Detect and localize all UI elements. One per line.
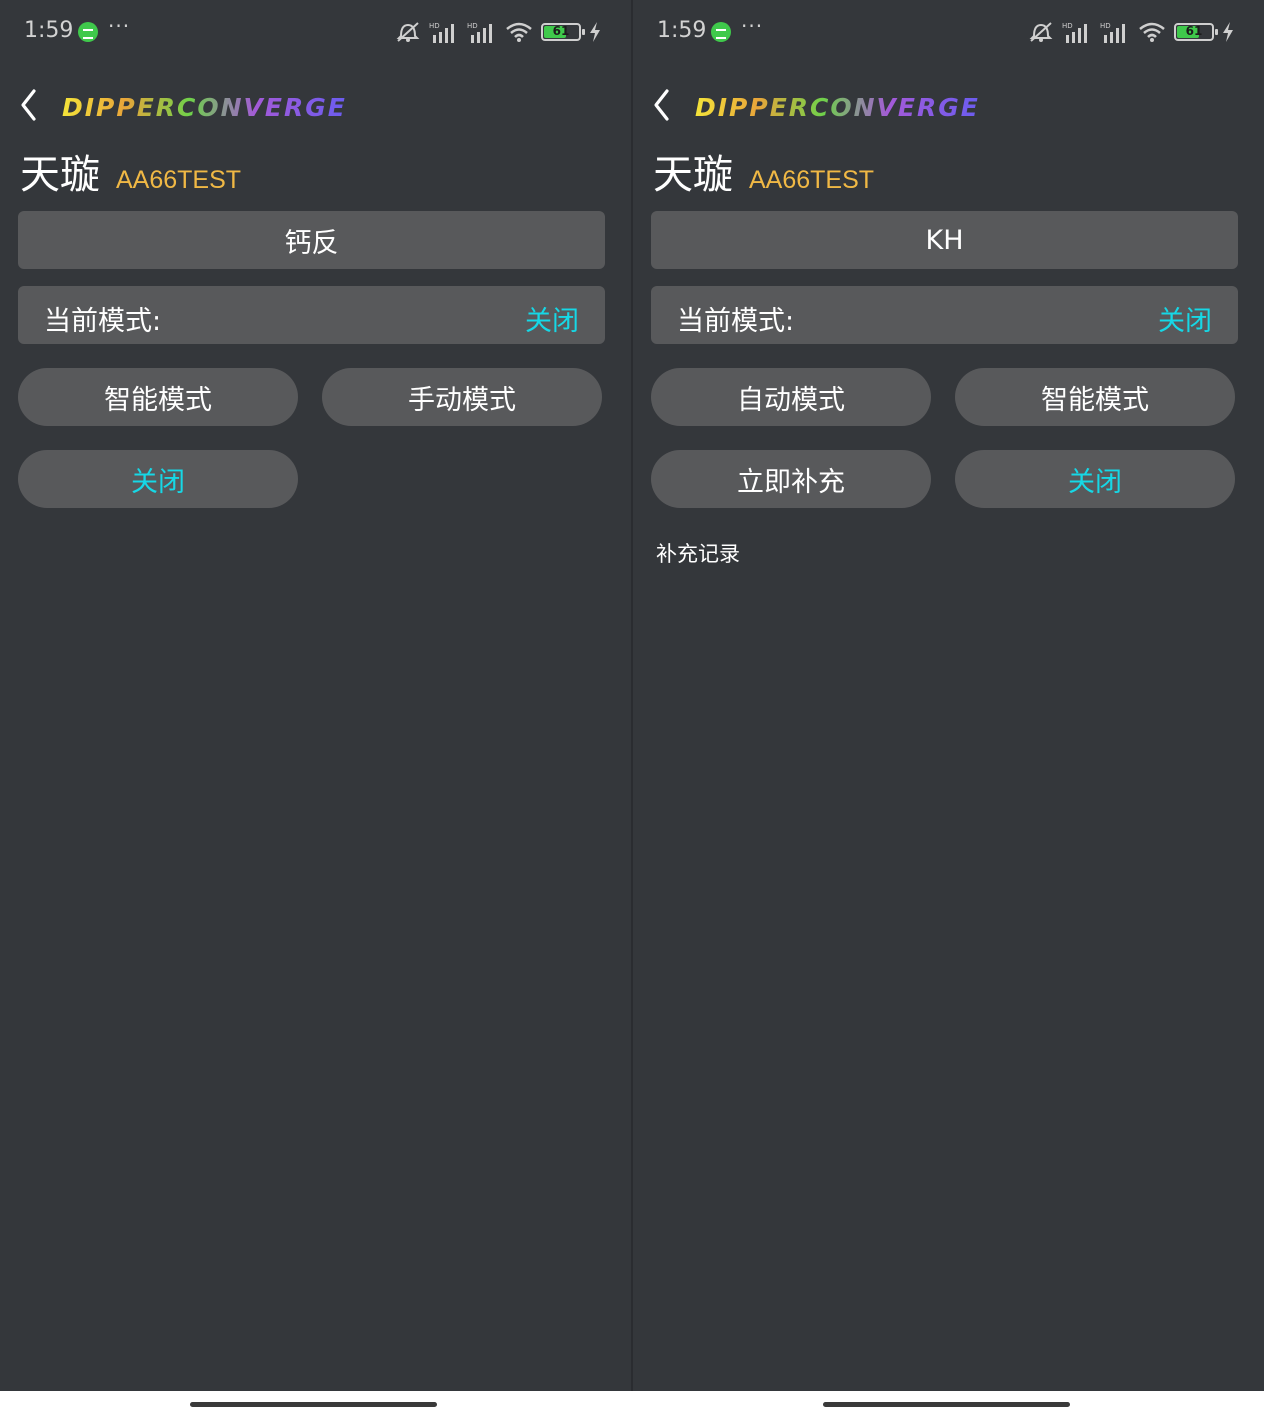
home-indicator[interactable] bbox=[190, 1402, 437, 1407]
bottom-nav-area bbox=[633, 1391, 1264, 1417]
charging-icon bbox=[1223, 22, 1233, 42]
bottom-nav-area bbox=[0, 1391, 631, 1417]
signal-icon: HD bbox=[429, 22, 454, 43]
auto-mode-button[interactable]: 自动模式 bbox=[651, 368, 931, 426]
status-bar: 1:59 ··· HD HD 61 bbox=[633, 0, 1264, 62]
more-notifications-icon: ··· bbox=[741, 14, 764, 38]
battery-level: 61 bbox=[1185, 24, 1203, 38]
message-icon bbox=[78, 22, 98, 42]
back-chevron-icon[interactable] bbox=[18, 88, 42, 122]
status-icons: HD HD 61 bbox=[395, 20, 601, 44]
brand-logo: DIPPERCONVERGE bbox=[62, 93, 347, 122]
device-type-bar: 钙反 bbox=[18, 211, 605, 269]
status-icons: HD HD 61 bbox=[1028, 20, 1234, 44]
status-time: 1:59 bbox=[657, 18, 707, 43]
current-mode-bar: 当前模式: 关闭 bbox=[651, 286, 1238, 344]
svg-text:HD: HD bbox=[1062, 22, 1073, 30]
current-mode-value: 关闭 bbox=[1158, 306, 1212, 337]
signal-icon: HD bbox=[1062, 22, 1087, 43]
current-mode-value: 关闭 bbox=[525, 306, 579, 337]
wifi-icon bbox=[506, 22, 532, 42]
refill-record-label[interactable]: 补充记录 bbox=[656, 538, 740, 568]
signal-icon: HD bbox=[1100, 22, 1125, 43]
right-phone-screen: 1:59 ··· HD HD 61 DIPPERCONVERGE 天璇 AA66… bbox=[633, 0, 1264, 1391]
brand-logo: DIPPERCONVERGE bbox=[695, 93, 980, 122]
status-bar: 1:59 ··· HD HD 61 bbox=[0, 0, 631, 62]
svg-text:HD: HD bbox=[1100, 22, 1111, 30]
signal-icon: HD bbox=[467, 22, 492, 43]
home-indicator[interactable] bbox=[823, 1402, 1070, 1407]
wifi-icon bbox=[1139, 22, 1165, 42]
device-id: AA66TEST bbox=[116, 166, 242, 194]
refill-now-button[interactable]: 立即补充 bbox=[651, 450, 931, 508]
device-type-bar: KH bbox=[651, 211, 1238, 269]
left-phone-screen: 1:59 ··· HD HD 61 DIPPERCONVERGE 天璇 AA66… bbox=[0, 0, 631, 1391]
back-chevron-icon[interactable] bbox=[651, 88, 675, 122]
svg-text:HD: HD bbox=[429, 22, 440, 30]
device-name: 天璇 bbox=[653, 152, 733, 198]
smart-mode-button[interactable]: 智能模式 bbox=[955, 368, 1235, 426]
mute-icon bbox=[396, 22, 420, 42]
device-title: 天璇 AA66TEST bbox=[20, 142, 241, 200]
message-icon bbox=[711, 22, 731, 42]
device-name: 天璇 bbox=[20, 152, 100, 198]
charging-icon bbox=[590, 22, 600, 42]
smart-mode-button[interactable]: 智能模式 bbox=[18, 368, 298, 426]
battery-icon: 61 bbox=[541, 23, 585, 41]
battery-icon: 61 bbox=[1174, 23, 1218, 41]
status-time: 1:59 bbox=[24, 18, 74, 43]
current-mode-label: 当前模式: bbox=[44, 306, 162, 337]
more-notifications-icon: ··· bbox=[108, 14, 131, 38]
battery-level: 61 bbox=[552, 24, 570, 38]
device-id: AA66TEST bbox=[749, 166, 875, 194]
off-button[interactable]: 关闭 bbox=[955, 450, 1235, 508]
current-mode-bar: 当前模式: 关闭 bbox=[18, 286, 605, 344]
manual-mode-button[interactable]: 手动模式 bbox=[322, 368, 602, 426]
off-button[interactable]: 关闭 bbox=[18, 450, 298, 508]
device-title: 天璇 AA66TEST bbox=[653, 142, 874, 200]
svg-text:HD: HD bbox=[467, 22, 478, 30]
mute-icon bbox=[1029, 22, 1053, 42]
current-mode-label: 当前模式: bbox=[677, 306, 795, 337]
